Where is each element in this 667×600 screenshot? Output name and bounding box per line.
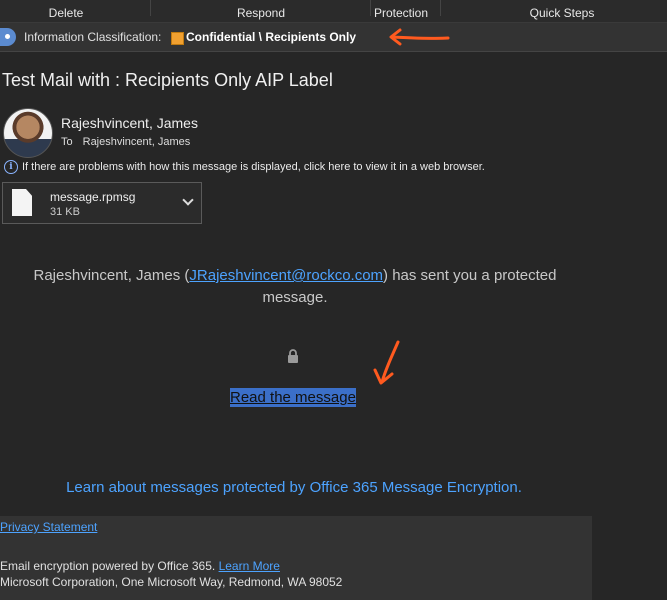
classification-value[interactable]: Confidential \ Recipients Only	[186, 23, 356, 51]
ribbon-group-protection[interactable]: Protection	[366, 0, 436, 22]
classification-color-swatch	[171, 32, 184, 45]
sender-name[interactable]: Rajeshvincent, James	[61, 115, 198, 131]
annotation-arrow-left	[389, 28, 450, 46]
powered-by-line: Email encryption powered by Office 365. …	[0, 559, 280, 573]
privacy-statement-link[interactable]: Privacy Statement	[0, 520, 97, 534]
ribbon-divider	[150, 0, 151, 16]
info-bar[interactable]: i If there are problems with how this me…	[4, 160, 485, 174]
recipient-name[interactable]: Rajeshvincent, James	[83, 136, 191, 148]
to-label: To	[61, 136, 73, 148]
attachment-card[interactable]: message.rpmsg 31 KB	[2, 182, 202, 224]
ribbon-group-respond[interactable]: Respond	[220, 0, 302, 22]
sender-email-link[interactable]: JRajeshvincent@rockco.com	[189, 267, 383, 284]
ribbon-group-delete[interactable]: Delete	[30, 0, 102, 22]
ribbon-group-labels: Delete Respond Protection Quick Steps	[0, 0, 667, 23]
ribbon-divider	[440, 0, 441, 16]
notice-sender-name: Rajeshvincent, James	[33, 267, 181, 284]
ribbon-group-quick-steps[interactable]: Quick Steps	[520, 0, 604, 22]
learn-more-link[interactable]: Learn More	[219, 559, 280, 573]
sender-avatar[interactable]	[3, 108, 53, 158]
company-address: Microsoft Corporation, One Microsoft Way…	[0, 575, 343, 589]
annotation-arrow-down	[373, 340, 400, 385]
information-classification-bar: Information Classification: Confidential…	[0, 23, 667, 52]
attachment-name: message.rpmsg	[50, 190, 136, 204]
message-subject: Test Mail with : Recipients Only AIP Lab…	[2, 70, 333, 90]
learn-o365-encryption-link[interactable]: Learn about messages protected by Office…	[0, 479, 588, 496]
protected-message-notice: Rajeshvincent, James (JRajeshvincent@roc…	[20, 265, 570, 309]
sensitivity-tag-icon	[0, 28, 16, 46]
info-bar-text[interactable]: If there are problems with how this mess…	[22, 161, 485, 173]
file-icon	[12, 189, 32, 216]
chevron-down-icon[interactable]	[182, 194, 194, 206]
info-icon: i	[4, 160, 18, 174]
attachment-size: 31 KB	[50, 206, 80, 218]
classification-label: Information Classification:	[24, 30, 162, 44]
encryption-footer: Privacy Statement Email encryption power…	[0, 516, 592, 600]
lock-icon	[288, 349, 298, 363]
recipients-line: To Rajeshvincent, James	[61, 136, 190, 148]
read-message-link[interactable]: Read the message	[230, 388, 356, 407]
powered-by-text: Email encryption powered by Office 365.	[0, 559, 216, 573]
